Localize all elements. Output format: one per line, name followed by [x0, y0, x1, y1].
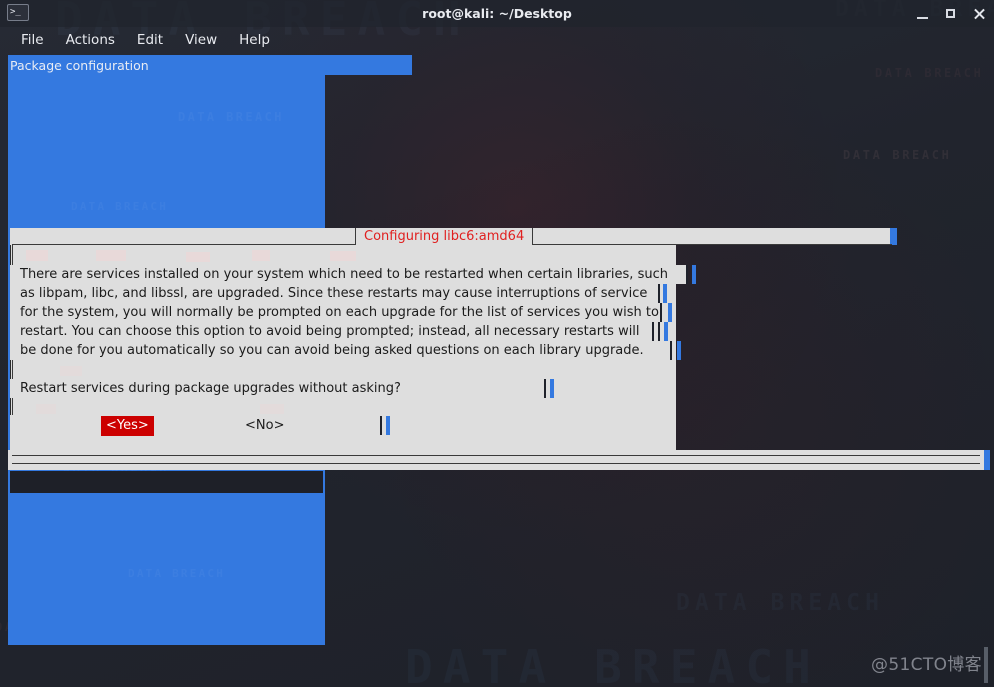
dialog-body-line: for the system, you will normally be pro… [10, 303, 660, 322]
close-icon[interactable] [972, 7, 986, 21]
dialog-bottom-border [8, 450, 990, 470]
panel-watermark: DATA BREACH [178, 110, 284, 124]
dialog-body-line: There are services installed on your sys… [10, 265, 686, 284]
dialog-body-line: be done for you automatically so you can… [10, 341, 670, 360]
title-bar: >_ root@kali: ~/Desktop [0, 0, 994, 27]
window-title: root@kali: ~/Desktop [422, 6, 572, 21]
dialog-title: Configuring libc6:amd64 [355, 228, 534, 246]
tear-artifact [380, 416, 396, 435]
tear-artifact [686, 265, 702, 284]
tear-artifact [660, 303, 678, 322]
screen: DATA BREACH DATA BREACH DATA BREACH DATA… [0, 0, 994, 687]
dialog-footer-tear-blue [984, 450, 990, 470]
tear-artifact [670, 341, 688, 360]
tear-artifact [544, 379, 560, 398]
dialog-button-row [10, 415, 380, 437]
dialog-question: Restart services during package upgrades… [10, 379, 544, 398]
dialog-body-line: as libpam, libc, and libssl, are upgrade… [10, 284, 658, 303]
package-config-header-label: Package configuration [10, 58, 149, 73]
terminal-gap-strip [10, 471, 323, 493]
tear-artifact [652, 322, 674, 341]
menu-item-help[interactable]: Help [228, 30, 281, 50]
dialog-body-line: restart. You can choose this option to a… [10, 322, 652, 341]
no-button[interactable]: <No> [240, 416, 290, 436]
menu-item-view[interactable]: View [174, 30, 228, 50]
dialog-footer-rule-bottom [12, 463, 980, 464]
yes-button[interactable]: <Yes> [101, 416, 154, 436]
dialog-top-tear-blue [890, 228, 897, 245]
minimize-icon[interactable] [916, 7, 930, 21]
menu-bar: File Actions Edit View Help [0, 27, 994, 52]
tear-artifact [658, 284, 674, 303]
panel-watermark: DATA BREACH [71, 200, 168, 213]
window-controls [916, 0, 986, 27]
menu-item-actions[interactable]: Actions [55, 30, 126, 50]
terminal-window: >_ root@kali: ~/Desktop File Actions Edi… [0, 0, 994, 687]
panel-watermark: DATA BREACH [128, 567, 225, 580]
dialog-footer-rule-top [12, 455, 980, 456]
menu-item-edit[interactable]: Edit [126, 30, 174, 50]
maximize-icon[interactable] [944, 7, 958, 21]
menu-item-file[interactable]: File [10, 30, 55, 50]
credit-watermark: @51CTO博客 [871, 647, 988, 683]
